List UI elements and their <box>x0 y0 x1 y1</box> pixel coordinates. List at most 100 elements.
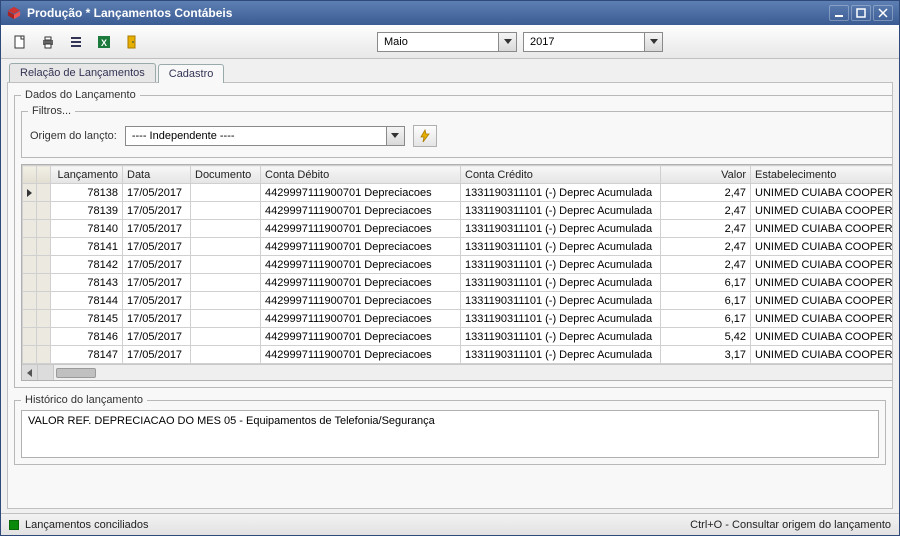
statusbar: Lançamentos conciliados Ctrl+O - Consult… <box>1 513 899 535</box>
table-row[interactable]: 7814417/05/20174429997111900701 Deprecia… <box>23 292 893 310</box>
cell-lancamento: 78139 <box>51 202 123 220</box>
chevron-down-icon <box>386 127 404 145</box>
close-button[interactable] <box>873 5 893 21</box>
row-marker-header <box>37 166 51 184</box>
col-documento[interactable]: Documento <box>191 166 261 184</box>
horizontal-scrollbar[interactable] <box>22 364 893 380</box>
table-row[interactable]: 7814317/05/20174429997111900701 Deprecia… <box>23 274 893 292</box>
tabstrip: Relação de Lançamentos Cadastro <box>1 59 899 82</box>
row-indicator <box>23 310 37 328</box>
cell-valor: 3,17 <box>661 346 751 364</box>
row-indicator <box>23 220 37 238</box>
table-row[interactable]: 7814017/05/20174429997111900701 Deprecia… <box>23 220 893 238</box>
row-marker <box>37 346 51 364</box>
table-row[interactable]: 7814217/05/2017 4429997111900701 Deprecia… <box>23 256 893 274</box>
tab-relacao-lancamentos[interactable]: Relação de Lançamentos <box>9 63 156 82</box>
new-button[interactable] <box>9 31 31 53</box>
cell-valor: 6,17 <box>661 310 751 328</box>
cell-documento <box>191 238 261 256</box>
origem-select[interactable]: ---- Independente ---- <box>125 126 405 146</box>
row-indicator <box>23 202 37 220</box>
exit-button[interactable] <box>121 31 143 53</box>
table-row[interactable]: 7814117/05/20174429997111900701 Deprecia… <box>23 238 893 256</box>
lightning-icon <box>418 129 432 143</box>
historico-group: Histórico do lançamento VALOR REF. DEPRE… <box>14 394 886 465</box>
door-icon <box>124 34 140 50</box>
cell-conta-credito: 1331190311101 (-) Deprec Acumulada <box>461 346 661 364</box>
cell-conta-debito: 4429997111900701 Depreciacoes <box>261 256 461 274</box>
cell-conta-credito: 1331190311101 (-) Deprec Acumulada <box>461 238 661 256</box>
cell-lancamento: 78138 <box>51 184 123 202</box>
historico-text[interactable]: VALOR REF. DEPRECIACAO DO MES 05 - Equip… <box>21 410 879 458</box>
maximize-button[interactable] <box>851 5 871 21</box>
cell-documento <box>191 274 261 292</box>
col-conta-credito[interactable]: Conta Crédito <box>461 166 661 184</box>
row-marker <box>37 220 51 238</box>
col-estabelecimento[interactable]: Estabelecimento <box>751 166 893 184</box>
cell-estabelecimento: UNIMED CUIABA COOPERAT <box>751 202 893 220</box>
scroll-left-button[interactable] <box>22 365 38 380</box>
tab-cadastro[interactable]: Cadastro <box>158 64 225 83</box>
chevron-down-icon <box>644 33 662 51</box>
cell-conta-credito: 1331190311101 (-) Deprec Acumulada <box>461 184 661 202</box>
row-indicator <box>23 184 37 202</box>
run-filter-button[interactable] <box>413 125 437 147</box>
table-row[interactable]: 7813917/05/20174429997111900701 Deprecia… <box>23 202 893 220</box>
page-icon <box>12 34 28 50</box>
tab-content: Dados do Lançamento Filtros... Origem do… <box>7 82 893 509</box>
cell-estabelecimento: UNIMED CUIABA COOPERAT <box>751 310 893 328</box>
export-excel-button[interactable]: X <box>93 31 115 53</box>
table-row[interactable]: 7814517/05/20174429997111900701 Deprecia… <box>23 310 893 328</box>
cell-estabelecimento: UNIMED CUIABA COOPERAT <box>751 328 893 346</box>
minimize-button[interactable] <box>829 5 849 21</box>
scroll-thumb-start[interactable] <box>38 365 54 380</box>
app-icon <box>7 6 21 20</box>
cell-estabelecimento: UNIMED CUIABA COOPERAT <box>751 292 893 310</box>
col-valor[interactable]: Valor <box>661 166 751 184</box>
cell-documento <box>191 346 261 364</box>
row-indicator <box>23 292 37 310</box>
lancamentos-grid[interactable]: Lançamento Data Documento Conta Débito C… <box>21 164 893 381</box>
month-select[interactable]: Maio <box>377 32 517 52</box>
row-marker <box>37 184 51 202</box>
year-value: 2017 <box>524 36 644 48</box>
list-icon <box>68 34 84 50</box>
cell-estabelecimento: UNIMED CUIABA COOPERAT <box>751 256 893 274</box>
cell-estabelecimento: UNIMED CUIABA COOPERAT <box>751 184 893 202</box>
cell-valor: 2,47 <box>661 184 751 202</box>
cell-conta-debito: 4429997111900701 Depreciacoes <box>261 274 461 292</box>
table-row[interactable]: 7814617/05/20174429997111900701 Deprecia… <box>23 328 893 346</box>
cell-conta-debito: 4429997111900701 Depreciacoes <box>261 184 461 202</box>
cell-valor: 2,47 <box>661 220 751 238</box>
row-marker <box>37 238 51 256</box>
row-indicator <box>23 346 37 364</box>
table-row[interactable]: 7813817/05/2017 4429997111900701 Deprecia… <box>23 184 893 202</box>
row-marker <box>37 256 51 274</box>
cell-data: 17/05/2017 <box>123 184 191 202</box>
cell-documento <box>191 220 261 238</box>
window-title: Produção * Lançamentos Contábeis <box>27 6 232 20</box>
svg-text:X: X <box>101 38 107 48</box>
chevron-down-icon <box>498 33 516 51</box>
col-lancamento[interactable]: Lançamento <box>51 166 123 184</box>
cell-lancamento: 78142 <box>51 256 123 274</box>
print-button[interactable] <box>37 31 59 53</box>
cell-conta-credito: 1331190311101 (-) Deprec Acumulada <box>461 328 661 346</box>
app-window: Produção * Lançamentos Contábeis X Maio … <box>0 0 900 536</box>
table-row[interactable]: 7814717/05/20174429997111900701 Deprecia… <box>23 346 893 364</box>
row-indicator <box>23 238 37 256</box>
conciliado-indicator-icon <box>9 520 19 530</box>
list-button[interactable] <box>65 31 87 53</box>
col-data[interactable]: Data <box>123 166 191 184</box>
row-indicator <box>23 256 37 274</box>
cell-conta-debito: 4429997111900701 Depreciacoes <box>261 202 461 220</box>
cell-estabelecimento: UNIMED CUIABA COOPERAT <box>751 220 893 238</box>
year-select[interactable]: 2017 <box>523 32 663 52</box>
cell-lancamento: 78141 <box>51 238 123 256</box>
dados-lancamento-legend: Dados do Lançamento <box>21 89 140 101</box>
cell-valor: 2,47 <box>661 202 751 220</box>
origem-value: ---- Independente ---- <box>126 130 386 142</box>
scroll-thumb[interactable] <box>56 368 96 378</box>
cell-data: 17/05/2017 <box>123 256 191 274</box>
col-conta-debito[interactable]: Conta Débito <box>261 166 461 184</box>
